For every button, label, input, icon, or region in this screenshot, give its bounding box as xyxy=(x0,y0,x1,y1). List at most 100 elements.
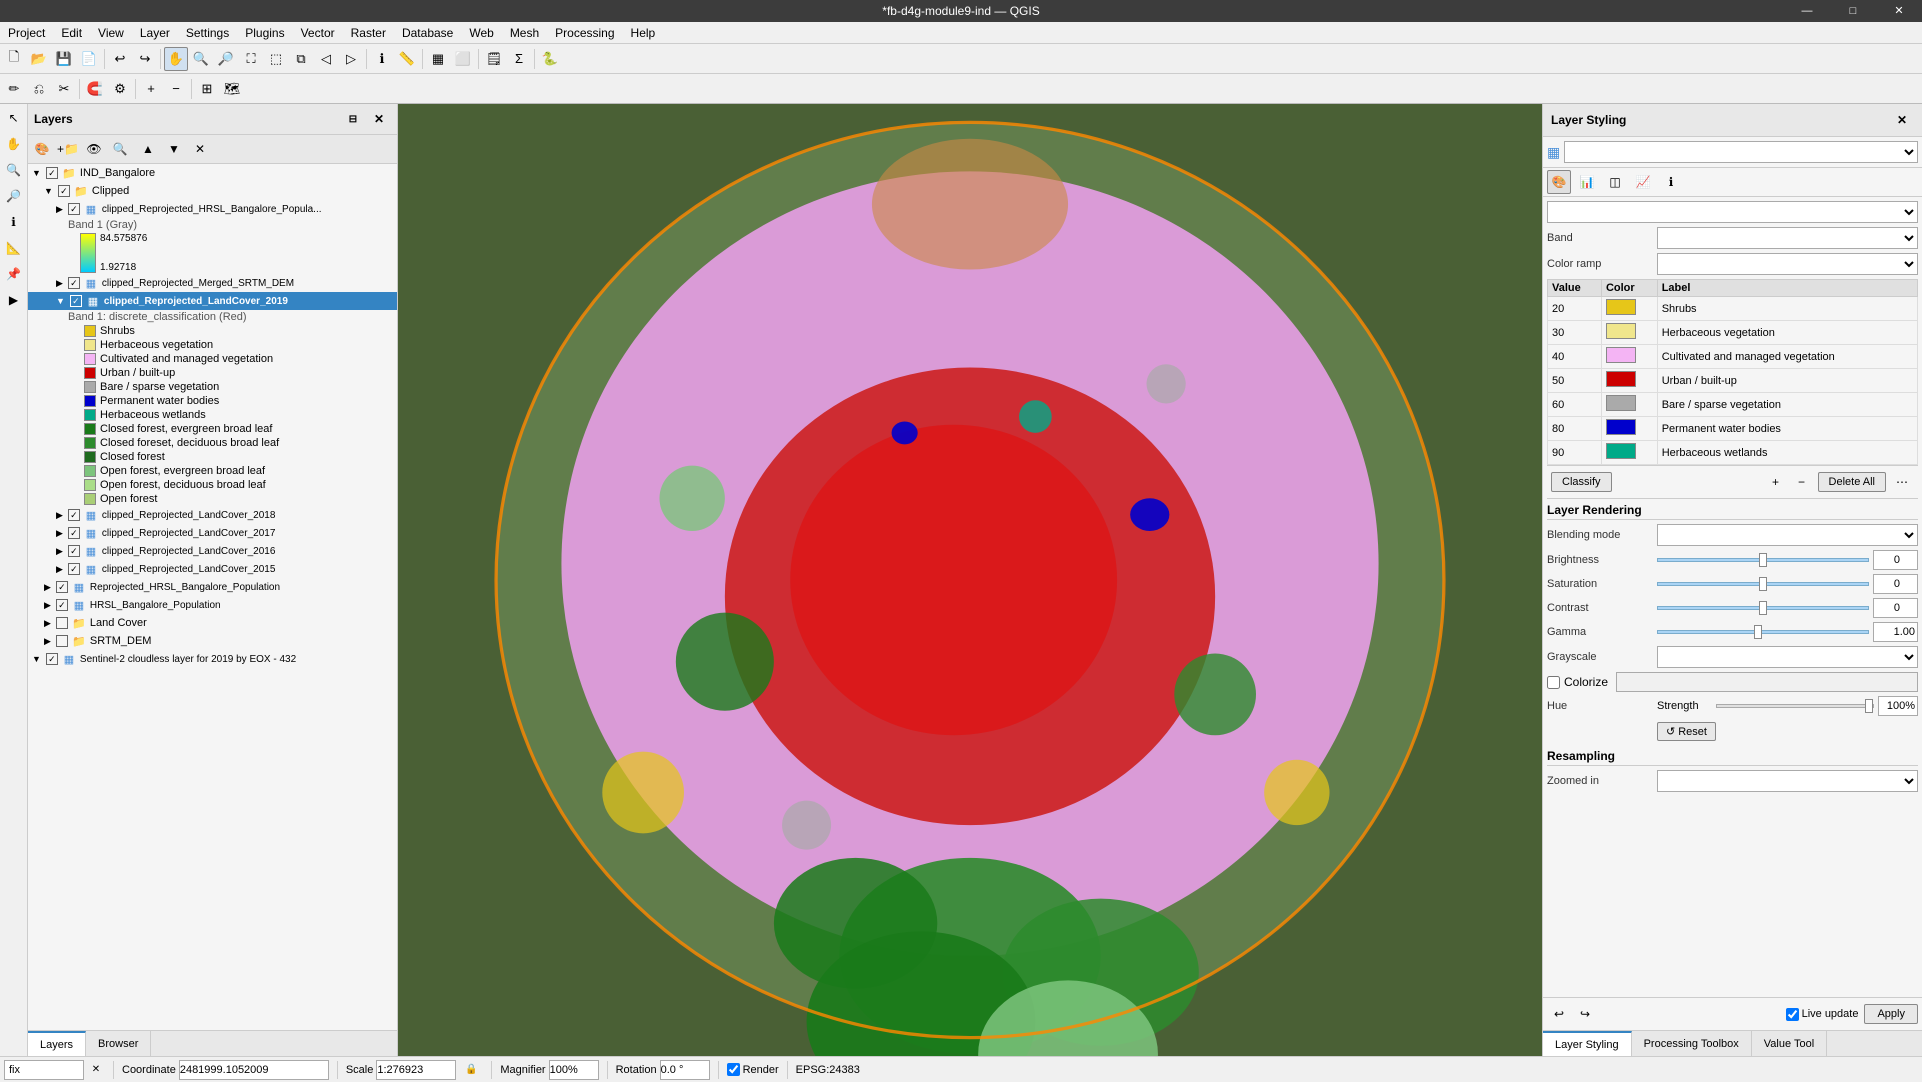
saturation-value[interactable] xyxy=(1873,574,1918,594)
select-tool[interactable]: ↖ xyxy=(2,106,26,130)
layer-hrsl-pop2[interactable]: ▶ ✓ ▦ HRSL_Bangalore_Population xyxy=(28,596,397,614)
zoom-out-button[interactable]: 🔎 xyxy=(214,47,238,71)
brightness-value[interactable] xyxy=(1873,550,1918,570)
layer-visibility-lc2019[interactable]: ✓ xyxy=(70,295,82,307)
gamma-value[interactable] xyxy=(1873,622,1918,642)
map-area[interactable] xyxy=(398,104,1542,1056)
identify-tool[interactable]: ℹ xyxy=(2,210,26,234)
save-as-button[interactable]: 📄 xyxy=(77,47,101,71)
menu-vector[interactable]: Vector xyxy=(293,24,343,42)
save-project-button[interactable]: 💾 xyxy=(52,47,76,71)
zoom-in-button[interactable]: 🔍 xyxy=(189,47,213,71)
layer-sentinel[interactable]: ▼ ✓ ▦ Sentinel-2 cloudless layer for 201… xyxy=(28,650,397,668)
move-layer-down[interactable]: ▼ xyxy=(162,137,186,161)
snap-btn[interactable]: 🧲 xyxy=(83,77,107,101)
digitizing-btn2[interactable]: ⎌ xyxy=(27,77,51,101)
strength-value[interactable] xyxy=(1878,696,1918,716)
gamma-slider[interactable] xyxy=(1657,630,1869,634)
menu-plugins[interactable]: Plugins xyxy=(237,24,292,42)
filter-layers[interactable]: 🔍 xyxy=(108,137,132,161)
renderer-select[interactable] xyxy=(1547,201,1918,223)
layer-landcover-2017[interactable]: ▶ ✓ ▦ clipped_Reprojected_LandCover_2017 xyxy=(28,524,397,542)
layer-visibility-hrsl2[interactable]: ✓ xyxy=(56,599,68,611)
rotation-input[interactable] xyxy=(660,1060,710,1080)
color-cell[interactable] xyxy=(1601,417,1657,441)
band-select[interactable] xyxy=(1657,227,1918,249)
zoom-last-button[interactable]: ◁ xyxy=(314,47,338,71)
redo-style-btn[interactable]: ↪ xyxy=(1573,1002,1597,1026)
layer-visibility-srtm-dem[interactable] xyxy=(56,635,68,647)
layer-visibility-sentinel[interactable]: ✓ xyxy=(46,653,58,665)
measure-button[interactable]: 📏 xyxy=(395,47,419,71)
color-cell[interactable] xyxy=(1601,297,1657,321)
scale-input[interactable] xyxy=(376,1060,456,1080)
live-update-checkbox[interactable] xyxy=(1786,1008,1799,1021)
menu-project[interactable]: Project xyxy=(0,24,53,42)
open-project-button[interactable]: 📂 xyxy=(27,47,51,71)
zoomed-in-select[interactable] xyxy=(1657,770,1918,792)
add-layer-group[interactable]: +📁 xyxy=(56,137,80,161)
layer-srtm-dem[interactable]: ▶ 📁 SRTM_DEM xyxy=(28,632,397,650)
layer-land-cover[interactable]: ▶ 📁 Land Cover xyxy=(28,614,397,632)
transparency-icon[interactable]: ◫ xyxy=(1603,170,1627,194)
table-row[interactable]: 30Herbaceous vegetation xyxy=(1548,321,1918,345)
renderer-icon[interactable]: 📊 xyxy=(1575,170,1599,194)
table-row[interactable]: 60Bare / sparse vegetation xyxy=(1548,393,1918,417)
render-checkbox[interactable] xyxy=(727,1063,740,1076)
close-button[interactable]: ✕ xyxy=(1876,0,1922,22)
layer-landcover-2015[interactable]: ▶ ✓ ▦ clipped_Reprojected_LandCover_2015 xyxy=(28,560,397,578)
deselect-button[interactable]: ⬜ xyxy=(451,47,475,71)
epsg-area[interactable]: EPSG:24383 xyxy=(796,1064,860,1076)
contrast-slider[interactable] xyxy=(1657,606,1869,610)
histogram-icon[interactable]: 📈 xyxy=(1631,170,1655,194)
coordinate-input[interactable] xyxy=(179,1060,329,1080)
snap-settings-btn[interactable]: ⚙ xyxy=(108,77,132,101)
menu-raster[interactable]: Raster xyxy=(343,24,394,42)
styling-panel-close[interactable]: ✕ xyxy=(1890,108,1914,132)
move-layer-up[interactable]: ▲ xyxy=(136,137,160,161)
menu-view[interactable]: View xyxy=(90,24,132,42)
apply-button[interactable]: Apply xyxy=(1864,1004,1918,1024)
select-feature-button[interactable]: ▦ xyxy=(426,47,450,71)
color-cell[interactable] xyxy=(1601,441,1657,465)
brightness-slider[interactable] xyxy=(1657,558,1869,562)
more-options-btn[interactable]: ⋯ xyxy=(1890,470,1914,494)
classify-button[interactable]: Classify xyxy=(1551,472,1612,492)
digitizing-btn3[interactable]: ✂ xyxy=(52,77,76,101)
remove-values-btn[interactable]: − xyxy=(1790,470,1814,494)
zoom-full-button[interactable]: ⛶ xyxy=(239,47,263,71)
zoom-next-button[interactable]: ▷ xyxy=(339,47,363,71)
tab-value-tool[interactable]: Value Tool xyxy=(1752,1031,1827,1056)
delete-vertex-btn[interactable]: − xyxy=(164,77,188,101)
color-cell[interactable] xyxy=(1601,369,1657,393)
colorize-checkbox[interactable] xyxy=(1547,676,1560,689)
attribute-table-button[interactable]: 🗒 xyxy=(482,47,506,71)
georef-btn[interactable]: ⊞ xyxy=(195,77,219,101)
menu-settings[interactable]: Settings xyxy=(178,24,237,42)
zoom-selection-button[interactable]: ⬚ xyxy=(264,47,288,71)
color-ramp-select[interactable] xyxy=(1657,253,1918,275)
table-row[interactable]: 20Shrubs xyxy=(1548,297,1918,321)
add-vertex-btn[interactable]: + xyxy=(139,77,163,101)
measure-tool[interactable]: 📐 xyxy=(2,236,26,260)
layer-hrsl-pop[interactable]: ▶ ✓ ▦ clipped_Reprojected_HRSL_Bangalore… xyxy=(28,200,397,218)
table-row[interactable]: 40Cultivated and managed vegetation xyxy=(1548,345,1918,369)
pan-tool[interactable]: ✋ xyxy=(2,132,26,156)
color-cell[interactable] xyxy=(1601,345,1657,369)
menu-edit[interactable]: Edit xyxy=(53,24,90,42)
maximize-button[interactable]: □ xyxy=(1830,0,1876,22)
layer-visibility-clipped[interactable]: ✓ xyxy=(58,185,70,197)
menu-database[interactable]: Database xyxy=(394,24,461,42)
paint-icon[interactable]: 🎨 xyxy=(1547,170,1571,194)
minimize-button[interactable]: — xyxy=(1784,0,1830,22)
properties-icon[interactable]: ℹ xyxy=(1659,170,1683,194)
table-row[interactable]: 80Permanent water bodies xyxy=(1548,417,1918,441)
layer-visibility-lc2015[interactable]: ✓ xyxy=(68,563,80,575)
saturation-slider[interactable] xyxy=(1657,582,1869,586)
menu-web[interactable]: Web xyxy=(461,24,501,42)
menu-mesh[interactable]: Mesh xyxy=(502,24,547,42)
layer-visibility-srtm[interactable]: ✓ xyxy=(68,277,80,289)
zoom-layer-button[interactable]: ⧉ xyxy=(289,47,313,71)
color-cell[interactable] xyxy=(1601,321,1657,345)
delete-all-button[interactable]: Delete All xyxy=(1818,472,1886,492)
